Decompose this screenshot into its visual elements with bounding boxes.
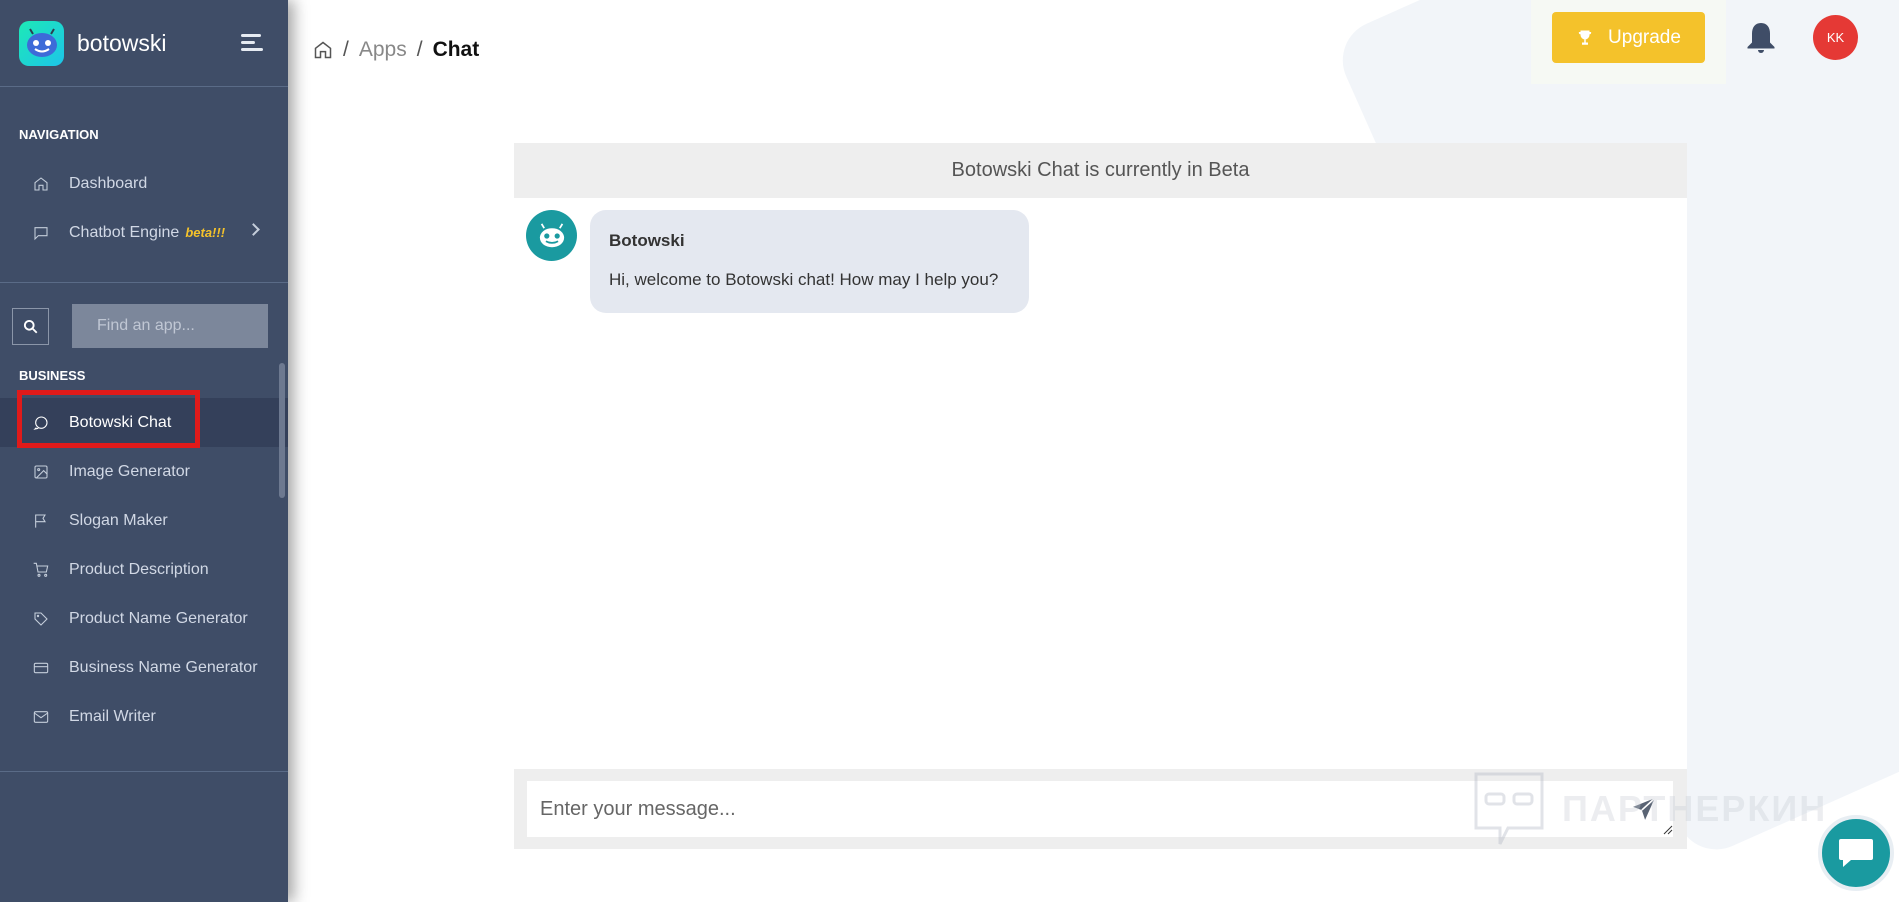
sidebar: botowski NAVIGATION Dashboard Chatbot En…: [0, 0, 288, 902]
sidebar-item-label: Business Name Generator: [69, 658, 258, 676]
bot-avatar-icon: [526, 210, 577, 261]
sidebar-item-business-name-generator[interactable]: Business Name Generator: [0, 643, 288, 692]
app-search-input[interactable]: [72, 304, 268, 348]
menu-toggle-icon[interactable]: [241, 34, 263, 52]
shopping-cart-icon: [32, 561, 50, 579]
message-text: Hi, welcome to Botowski chat! How may I …: [609, 270, 999, 289]
home-icon: [32, 175, 50, 193]
sidebar-item-botowski-chat[interactable]: Botowski Chat: [0, 398, 288, 447]
brand-name[interactable]: botowski: [77, 30, 166, 57]
business-caption: BUSINESS: [19, 368, 86, 383]
nav-caption: NAVIGATION: [19, 127, 99, 142]
sidebar-scrollbar[interactable]: [279, 363, 285, 498]
breadcrumb-apps[interactable]: Apps: [359, 38, 407, 62]
message-bubble: Botowski Hi, welcome to Botowski chat! H…: [590, 210, 1029, 313]
sidebar-item-label: Image Generator: [69, 462, 190, 480]
message-circle-icon: [32, 414, 50, 432]
message-sender: Botowski: [609, 231, 685, 250]
credit-card-icon: [32, 659, 50, 677]
sidebar-item-label: Email Writer: [69, 707, 156, 725]
mail-icon: [32, 708, 50, 726]
app-search: [0, 283, 288, 368]
breadcrumb-current: Chat: [432, 38, 480, 61]
breadcrumb-separator: /: [416, 38, 423, 61]
sidebar-item-email-writer[interactable]: Email Writer: [0, 692, 288, 741]
breadcrumb-separator: /: [343, 38, 349, 61]
image-icon: [32, 463, 50, 481]
search-button[interactable]: [12, 307, 49, 345]
chat-panel: Botowski Chat is currently in Beta Botow…: [514, 143, 1687, 849]
sidebar-item-product-description[interactable]: Product Description: [0, 545, 288, 594]
chat-bubble-icon: [1839, 839, 1873, 867]
bell-icon[interactable]: [1743, 19, 1779, 57]
watermark: ПАРТНЕРКИН: [1472, 770, 1827, 848]
sidebar-item-image-generator[interactable]: Image Generator: [0, 447, 288, 496]
watermark-logo-icon: [1474, 772, 1544, 845]
sidebar-item-slogan-maker[interactable]: Slogan Maker: [0, 496, 288, 545]
robot-icon: [26, 28, 57, 57]
message-square-icon: [32, 224, 50, 242]
trophy-icon: [1578, 30, 1592, 45]
sidebar-item-label: Botowski Chat: [69, 413, 172, 431]
upgrade-label: Upgrade: [1608, 26, 1681, 48]
breadcrumb: / Apps / Chat: [313, 38, 479, 62]
watermark-text: ПАРТНЕРКИН: [1562, 788, 1828, 829]
upgrade-button[interactable]: Upgrade: [1552, 12, 1705, 63]
sidebar-item-label: Dashboard: [69, 174, 148, 192]
flag-icon: [32, 512, 50, 530]
sidebar-item-label: Product Description: [69, 560, 209, 578]
user-avatar[interactable]: KK: [1813, 15, 1858, 60]
support-chat-button[interactable]: [1818, 815, 1894, 891]
sidebar-item-label: Chatbot Engine: [69, 223, 180, 241]
sidebar-item-dashboard[interactable]: Dashboard: [0, 159, 288, 208]
brand-logo-icon[interactable]: [19, 20, 64, 66]
beta-badge: beta!!!: [185, 225, 226, 240]
sidebar-item-label: Product Name Generator: [69, 609, 248, 627]
brand-header: botowski: [0, 0, 288, 87]
beta-notice: Botowski Chat is currently in Beta: [514, 143, 1687, 198]
sidebar-item-chatbot-engine[interactable]: Chatbot Engine beta!!!: [0, 208, 288, 257]
sidebar-item-label: Slogan Maker: [69, 511, 168, 529]
search-icon: [23, 319, 38, 333]
chevron-right-icon: [247, 223, 260, 236]
sidebar-divider: [0, 771, 288, 772]
sidebar-item-product-name-generator[interactable]: Product Name Generator: [0, 594, 288, 643]
tag-icon: [32, 610, 50, 628]
home-icon[interactable]: [313, 40, 333, 60]
chat-message: Botowski Hi, welcome to Botowski chat! H…: [526, 210, 1029, 313]
